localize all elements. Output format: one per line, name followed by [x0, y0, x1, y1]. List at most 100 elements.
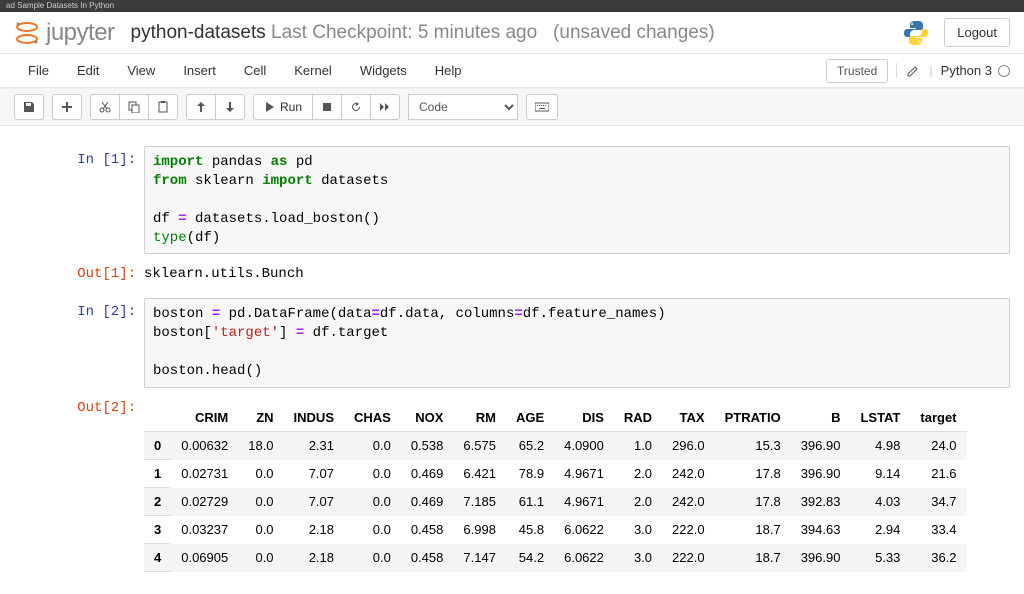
- notebook-name[interactable]: python-datasets: [131, 22, 266, 43]
- cell-value: 0.0: [344, 432, 401, 460]
- column-header: CRIM: [171, 404, 238, 432]
- move-down-button[interactable]: [215, 94, 245, 120]
- cell-value: 61.1: [506, 488, 554, 516]
- cell-type-select[interactable]: Code: [408, 94, 518, 120]
- code-cell[interactable]: In [1]: import pandas as pd from sklearn…: [14, 146, 1010, 254]
- notebook-title[interactable]: python-datasets Last Checkpoint: 5 minut…: [131, 22, 903, 44]
- cell-value: 392.83: [791, 488, 851, 516]
- menu-cell[interactable]: Cell: [230, 57, 280, 84]
- table-row: 20.027290.07.070.00.4697.18561.14.96712.…: [144, 488, 967, 516]
- column-header: CHAS: [344, 404, 401, 432]
- cell-value: 2.31: [284, 432, 344, 460]
- cell-value: 0.458: [401, 544, 454, 572]
- cell-value: 6.0622: [554, 544, 614, 572]
- menu-bar: File Edit View Insert Cell Kernel Widget…: [0, 54, 1024, 88]
- column-header: DIS: [554, 404, 614, 432]
- arrow-down-icon: [224, 101, 236, 113]
- table-row: 40.069050.02.180.00.4587.14754.26.06223.…: [144, 544, 967, 572]
- restart-button[interactable]: [341, 94, 371, 120]
- cell-value: 0.0: [344, 544, 401, 572]
- code-input[interactable]: boston = pd.DataFrame(data=df.data, colu…: [144, 298, 1010, 388]
- cell-value: 222.0: [662, 544, 715, 572]
- run-button[interactable]: Run: [253, 94, 313, 120]
- cell-value: 0.469: [401, 460, 454, 488]
- save-icon: [23, 101, 35, 113]
- menu-file[interactable]: File: [14, 57, 63, 84]
- menu-kernel[interactable]: Kernel: [280, 57, 346, 84]
- cell-value: 45.8: [506, 516, 554, 544]
- column-header: NOX: [401, 404, 454, 432]
- plus-icon: [61, 101, 73, 113]
- column-header: INDUS: [284, 404, 344, 432]
- interrupt-button[interactable]: [312, 94, 342, 120]
- edit-icon[interactable]: [907, 65, 919, 77]
- kernel-status-icon: [998, 65, 1010, 77]
- cell-value: 54.2: [506, 544, 554, 572]
- play-icon: [264, 101, 276, 113]
- move-up-button[interactable]: [186, 94, 216, 120]
- row-index: 1: [144, 460, 171, 488]
- table-row: 10.027310.07.070.00.4696.42178.94.96712.…: [144, 460, 967, 488]
- column-header: B: [791, 404, 851, 432]
- menu-edit[interactable]: Edit: [63, 57, 113, 84]
- dataframe-table: CRIMZNINDUSCHASNOXRMAGEDISRADTAXPTRATIOB…: [144, 404, 967, 572]
- cell-value: 396.90: [791, 432, 851, 460]
- column-header: ZN: [238, 404, 283, 432]
- column-header: PTRATIO: [715, 404, 791, 432]
- column-header: RAD: [614, 404, 662, 432]
- unsaved-text: (unsaved changes): [553, 22, 715, 43]
- code-cell[interactable]: In [2]: boston = pd.DataFrame(data=df.da…: [14, 298, 1010, 388]
- output-prompt: Out[2]:: [14, 394, 144, 578]
- menu-view[interactable]: View: [113, 57, 169, 84]
- cell-value: 18.0: [238, 432, 283, 460]
- paste-button[interactable]: [148, 94, 178, 120]
- output-cell: Out[2]: CRIMZNINDUSCHASNOXRMAGEDISRADTAX…: [14, 394, 1010, 578]
- cell-value: 0.458: [401, 516, 454, 544]
- column-header: AGE: [506, 404, 554, 432]
- restart-icon: [350, 101, 362, 113]
- trusted-badge[interactable]: Trusted: [826, 59, 888, 83]
- save-button[interactable]: [14, 94, 44, 120]
- cell-value: 242.0: [662, 460, 715, 488]
- column-header: RM: [453, 404, 506, 432]
- cell-value: 0.0: [238, 460, 283, 488]
- notebook-container: In [1]: import pandas as pd from sklearn…: [0, 126, 1024, 594]
- browser-tab: ad Sample Datasets In Python: [0, 0, 1024, 12]
- row-index: 4: [144, 544, 171, 572]
- cell-value: 2.18: [284, 544, 344, 572]
- logout-button[interactable]: Logout: [944, 18, 1010, 47]
- arrow-up-icon: [195, 101, 207, 113]
- cell-value: 0.00632: [171, 432, 238, 460]
- column-header: TAX: [662, 404, 715, 432]
- row-index: 3: [144, 516, 171, 544]
- jupyter-logo-text: jupyter: [46, 19, 115, 47]
- paste-icon: [157, 101, 169, 113]
- add-cell-button[interactable]: [52, 94, 82, 120]
- cell-value: 0.0: [344, 516, 401, 544]
- restart-run-all-button[interactable]: [370, 94, 400, 120]
- menu-insert[interactable]: Insert: [169, 57, 230, 84]
- command-palette-button[interactable]: [526, 94, 558, 120]
- jupyter-logo[interactable]: jupyter: [14, 19, 115, 47]
- stop-icon: [321, 101, 333, 113]
- cell-value: 2.0: [614, 488, 662, 516]
- cell-value: 3.0: [614, 516, 662, 544]
- cell-value: 6.998: [453, 516, 506, 544]
- cell-value: 15.3: [715, 432, 791, 460]
- menu-widgets[interactable]: Widgets: [346, 57, 421, 84]
- menu-help[interactable]: Help: [421, 57, 476, 84]
- cell-value: 4.98: [850, 432, 910, 460]
- cell-value: 0.06905: [171, 544, 238, 572]
- output-prompt: Out[1]:: [14, 260, 144, 288]
- code-input[interactable]: import pandas as pd from sklearn import …: [144, 146, 1010, 254]
- kernel-name[interactable]: Python 3: [941, 63, 992, 78]
- copy-button[interactable]: [119, 94, 149, 120]
- python-icon: [902, 19, 930, 47]
- cell-value: 4.0900: [554, 432, 614, 460]
- fast-forward-icon: [379, 101, 391, 113]
- cut-button[interactable]: [90, 94, 120, 120]
- cell-value: 4.9671: [554, 460, 614, 488]
- cell-value: 0.469: [401, 488, 454, 516]
- input-prompt: In [1]:: [14, 146, 144, 254]
- cell-value: 394.63: [791, 516, 851, 544]
